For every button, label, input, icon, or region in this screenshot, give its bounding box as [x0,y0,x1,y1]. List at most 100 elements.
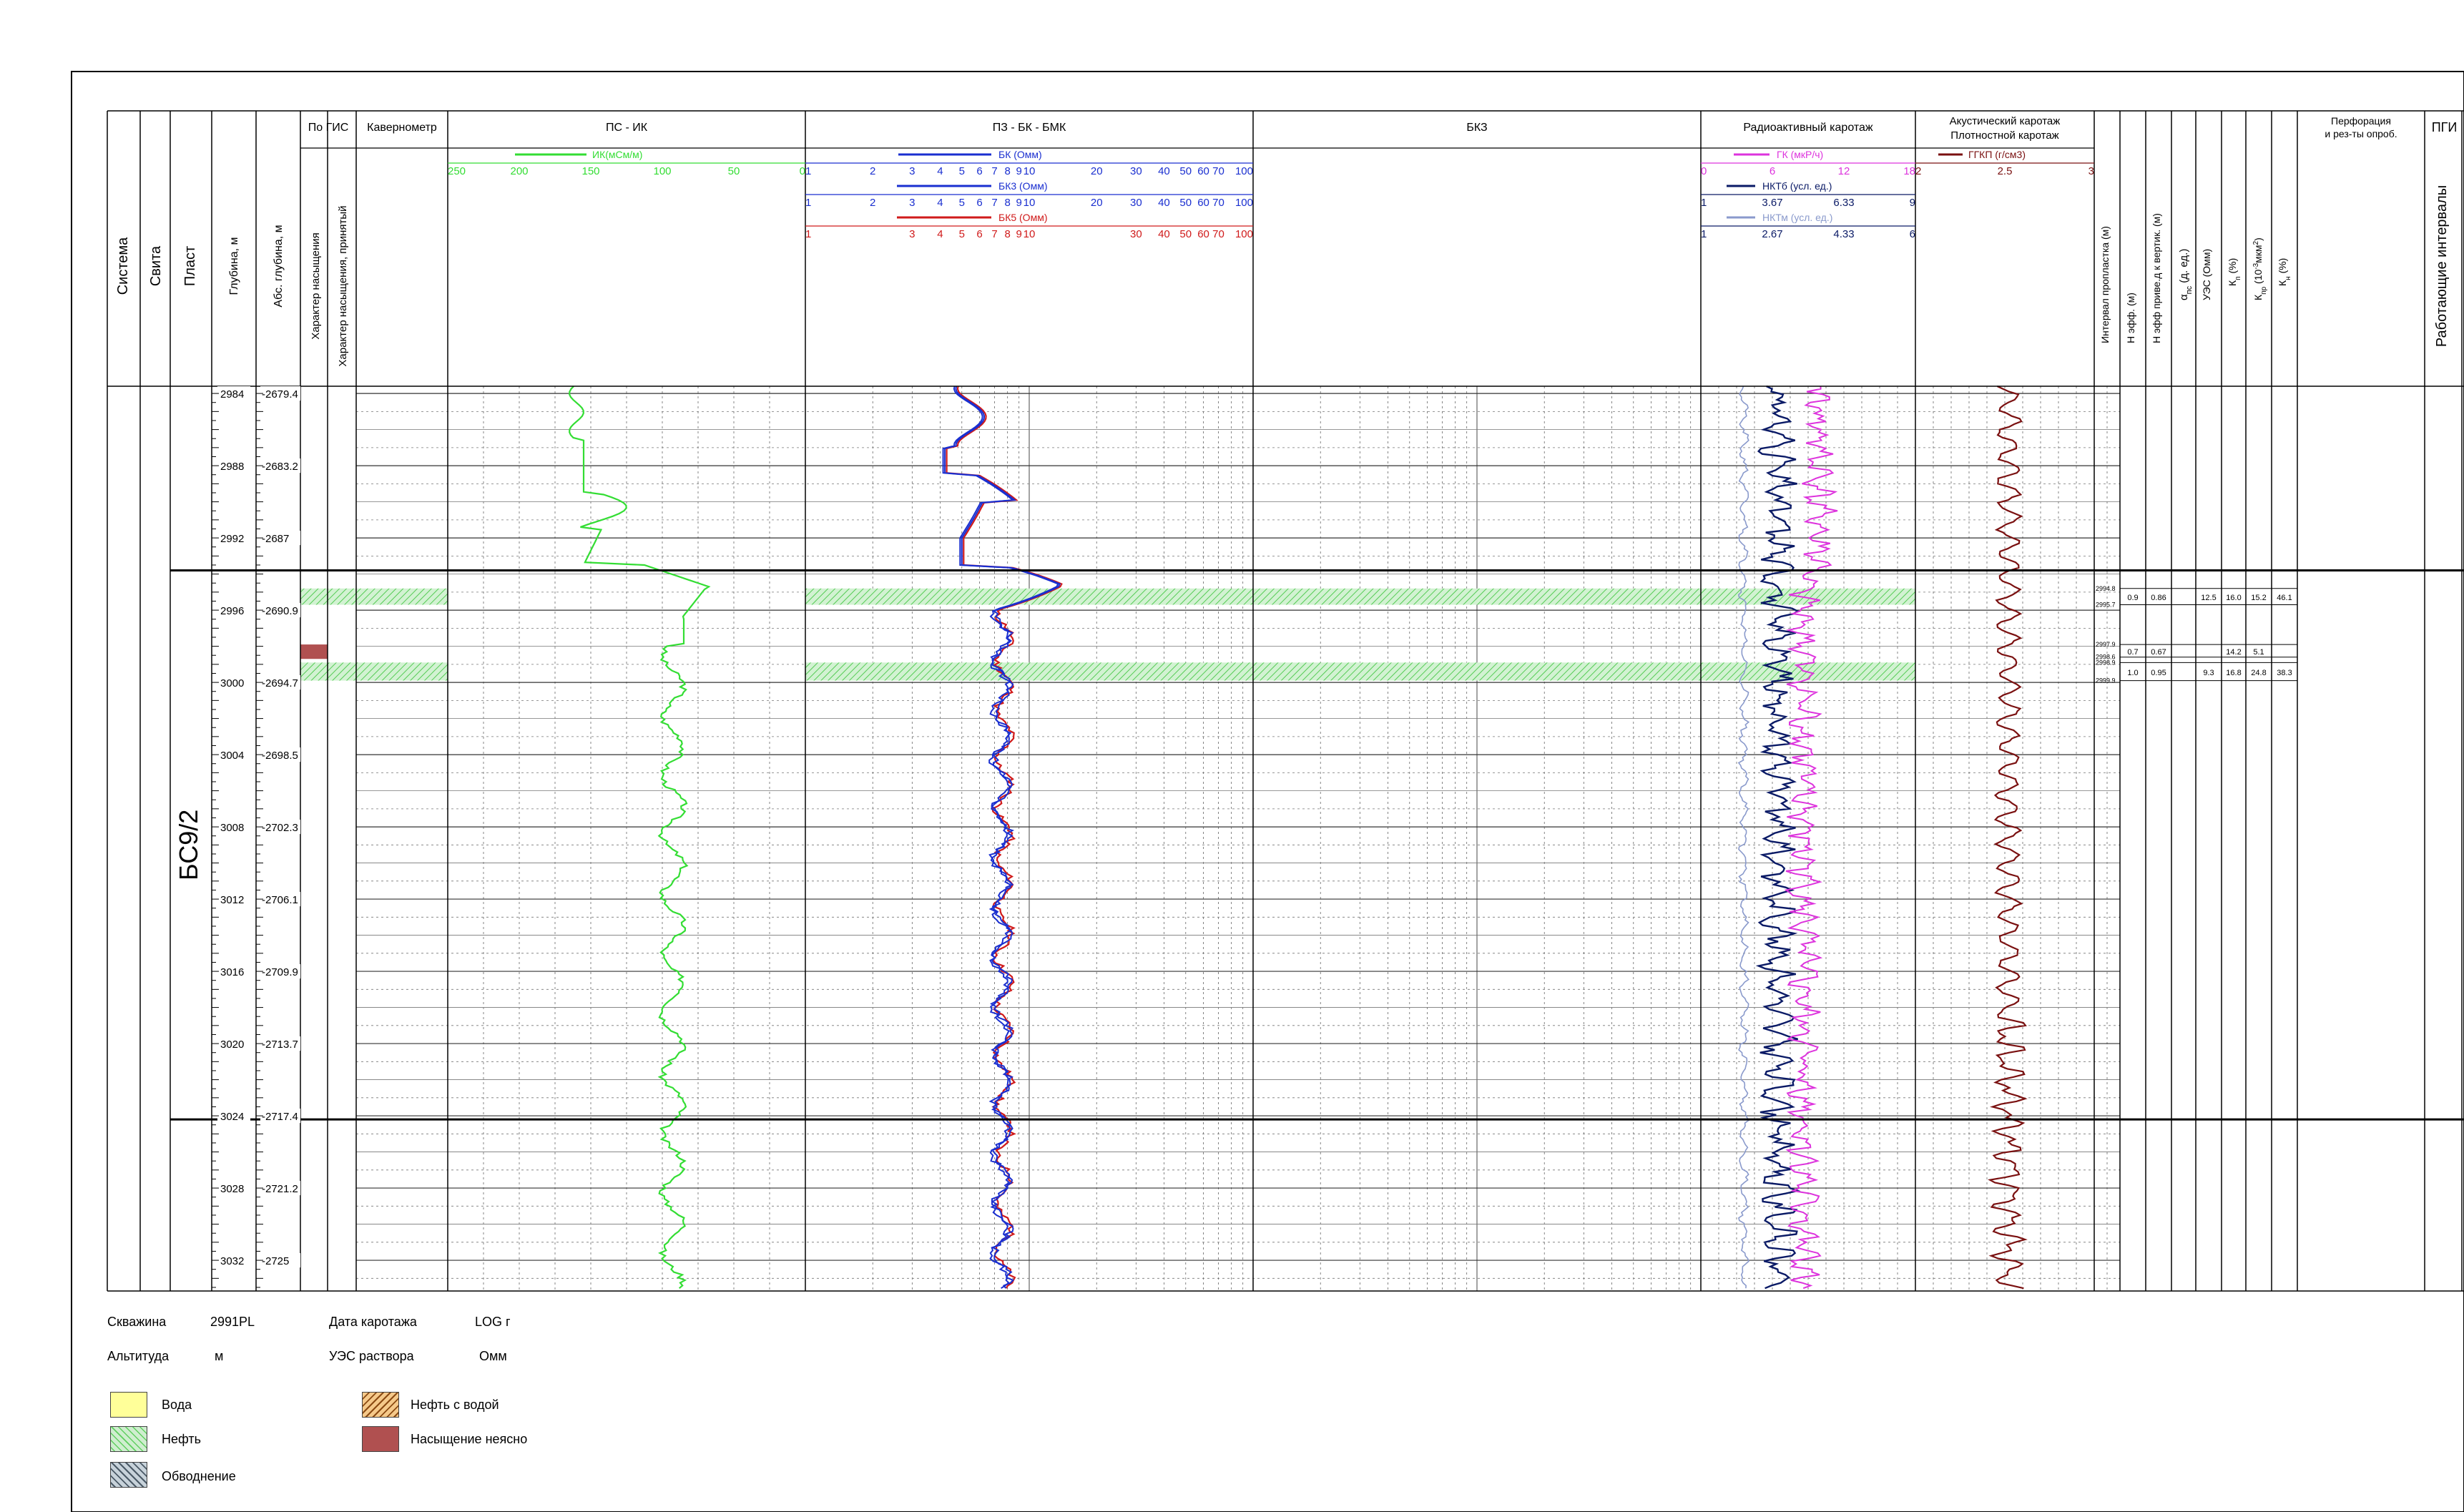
depth-label: 2984 [220,388,244,401]
abs-depth-label: -2687 [262,533,289,545]
track-headers: Система Свита Пласт Глубина, м Абс. глубина,… [115,115,2457,367]
gis-saturation-block [300,644,328,659]
abs-depth-label: -2702.3 [262,822,298,834]
bk5-tick: 10 [1024,228,1036,240]
ik-tick: 200 [510,165,528,177]
nktm-curve [1737,386,1750,1289]
abs-depth-label: -2721.2 [262,1183,298,1195]
bk3-tick: 3 [909,197,915,209]
gis-saturation-block [300,662,328,681]
bk3-tick: 4 [937,197,943,209]
bkz-header: БКЗ [1466,122,1487,134]
bk-curve [944,386,1061,1289]
well-label: Скважина [107,1315,167,1329]
kp-value: 16.0 [2226,594,2241,602]
h-eff-vert-header: Н эфф приве.д к вертик. (м) [2151,213,2162,343]
ik-tick: 100 [653,165,671,177]
bk-tick: 50 [1179,165,1192,177]
bk-tick: 4 [937,165,943,177]
ues-value: 9.3 [2203,669,2214,677]
bk5-curve [946,386,1063,1289]
saturation-header: Характер насыщения [310,232,322,340]
bk5-tick: 1 [805,228,811,240]
ik-scale-label: ИК(мСм/м) [592,149,642,160]
bk3-tick: 10 [1024,197,1036,209]
log-curves [569,385,2028,1290]
bk5-tick: 40 [1158,228,1170,240]
bk-scale-label: БК (Омм) [998,149,1042,160]
legend-water-swatch [110,1392,147,1418]
nktm-tick: 4.33 [1833,228,1854,240]
legend-unclear-swatch [362,1426,399,1452]
depth-label: 3028 [220,1183,244,1195]
gk-tick: 6 [1770,165,1775,177]
kp-header: Кп (%) [2227,258,2242,286]
mud-resistivity-label: УЭС раствора [329,1349,414,1363]
bk5-scale-label: БК5 (Омм) [998,212,1047,223]
interval-header: Интервал пропластка (м) [2099,226,2111,343]
legend-oil-water-swatch [362,1392,399,1418]
bk-tick: 9 [1016,165,1022,177]
bk3-tick: 7 [991,197,997,209]
legend-flood-label: Обводнение [162,1469,236,1483]
h-eff-vert-value: 0.86 [2151,594,2166,602]
bk-tick: 30 [1130,165,1142,177]
nkt-tick: 3.67 [1762,197,1782,209]
nkt-tick: 6.33 [1833,197,1854,209]
kp-value: 14.2 [2226,648,2241,657]
saturation-fills [300,588,1915,681]
nktm-scale-label: НКТм (усл. ед.) [1762,212,1832,223]
abs-depth-label: -2713.7 [262,1039,298,1051]
ik-tick: 150 [581,165,599,177]
interval-top-value: 2997.9 [2096,641,2116,648]
bk-tick: 3 [909,165,915,177]
interval-top-value: 2998.9 [2096,659,2116,666]
h-eff-value: 0.7 [2127,648,2138,657]
pgi-header: ПГИ [2432,120,2458,134]
bk5-tick: 6 [976,228,982,240]
ik-tick: 0 [800,165,805,177]
abs-depth-label: -2709.9 [262,966,298,978]
bk3-tick: 20 [1091,197,1103,209]
gk-scale-label: ГК (мкР/ч) [1777,149,1823,160]
bk-tick: 40 [1158,165,1170,177]
legend-flood-swatch [110,1462,147,1488]
interval-bottom-value: 2995.7 [2096,602,2116,609]
legend-oil-label: Нефть [162,1432,202,1446]
well-value: 2991PL [210,1315,255,1329]
kpr-value: 24.8 [2251,669,2266,677]
bk-tick: 7 [991,165,997,177]
depth-label: 3008 [220,822,244,834]
h-eff-vert-value: 0.95 [2151,669,2166,677]
legend-oil-swatch [110,1426,147,1452]
abs-depth-label: -2679.4 [262,388,298,401]
nkt-scale-label: НКТб (усл. ед.) [1762,180,1832,192]
kn-value: 38.3 [2277,669,2292,677]
nktm-tick: 6 [1910,228,1915,240]
ues-header: УЭС (Омм) [2201,249,2212,300]
alpha-unit: (д. ед.) [2178,249,2190,286]
results-table: 2994.8 2995.7 0.9 0.86 12.5 16.0 15.2 46.1 2997.… [2096,585,2292,684]
nkt-tick: 9 [1910,197,1915,209]
ggkp-curve [1988,386,2028,1290]
system-header: Система [115,237,131,295]
bk3-tick: 9 [1016,197,1022,209]
abs-depth-label: -2698.5 [262,750,298,762]
bk3-tick: 5 [959,197,965,209]
kpr-value: 15.2 [2251,594,2266,602]
depth-label: 2988 [220,461,244,473]
bk3-tick: 70 [1212,197,1224,209]
h-eff-value: 1.0 [2127,669,2138,677]
ik-tick: 250 [448,165,466,177]
bk5-tick: 5 [959,228,965,240]
saturation-accepted-header: Характер насыщения, принятый [337,205,349,366]
bk3-scale-label: БК3 (Омм) [998,180,1047,192]
density-header: Плотностной каротаж [1950,129,2058,142]
gk-curve [1784,386,1838,1290]
bk-tick: 5 [959,165,965,177]
bk3-tick: 40 [1158,197,1170,209]
ues-value: 12.5 [2201,594,2216,602]
ik-curve [569,386,711,1290]
ggkp-tick: 2 [1915,165,1921,177]
bk3-tick: 6 [976,197,982,209]
